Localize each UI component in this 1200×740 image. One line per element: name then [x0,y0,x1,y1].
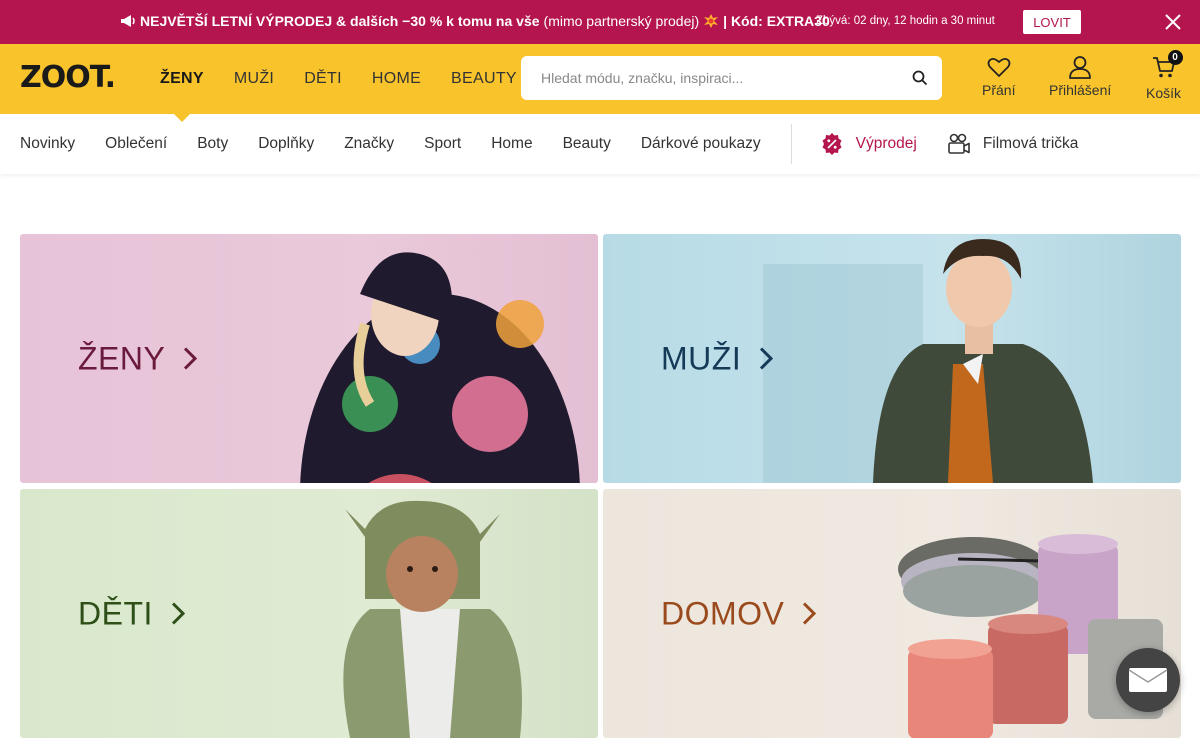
search-input[interactable] [541,70,912,86]
tile-men-label[interactable]: MUŽI [661,340,774,377]
promo-cta-button[interactable]: LOVIT [1023,10,1081,34]
cart-label: Košík [1146,85,1182,101]
nav-women[interactable]: ŽENY [160,44,204,122]
category-subnav: Novinky Oblečení Boty Doplňky Značky Spo… [0,114,1200,174]
tile-men-text: MUŽI [661,340,742,376]
chat-button[interactable] [1116,648,1180,712]
film-shirts-label: Filmová trička [982,135,1079,152]
tile-women[interactable]: ŽENY [20,234,598,483]
wishlist-label: Přání [982,82,1016,98]
envelope-icon [1128,668,1168,692]
tile-home[interactable]: DOMOV [603,489,1181,738]
nav-kids[interactable]: DĚTI [304,44,342,114]
promo-headline: NEJVĚTŠÍ LETNÍ VÝPRODEJ & dalších −30 % … [140,13,540,29]
cart-count-badge: 0 [1167,50,1183,65]
tile-kids-label[interactable]: DĚTI [78,595,185,632]
main-nav: ŽENY MUŽI DĚTI HOME BEAUTY [160,44,517,122]
subnav-item-beauty[interactable]: Beauty [563,135,611,153]
tile-kids-text: DĚTI [78,595,153,631]
megaphone-icon [121,15,135,27]
subnav-item-doplnky[interactable]: Doplňky [258,135,314,153]
search-box [521,56,942,100]
promo-code: | Kód: EXTRA30 [723,13,830,29]
explosion-icon [704,14,719,28]
subnav-item-boty[interactable]: Boty [197,135,228,153]
nav-beauty[interactable]: BEAUTY [451,44,517,114]
cart-button[interactable]: 0 Košík [1146,50,1183,101]
tile-kids[interactable]: DĚTI [20,489,598,738]
tile-home-text: DOMOV [661,595,785,631]
promo-note: (mimo partnerský prodej) [543,13,700,29]
login-label: Přihlášení [1049,82,1112,98]
percent-badge-icon [822,133,842,155]
chevron-right-icon [171,602,185,625]
tile-men[interactable]: MUŽI [603,234,1181,483]
promo-text: NEJVĚTŠÍ LETNÍ VÝPRODEJ & dalších −30 % … [120,13,830,29]
wishlist-button[interactable]: Přání [982,54,1015,98]
subnav-item-sport[interactable]: Sport [424,135,461,153]
nav-home[interactable]: HOME [372,44,421,114]
chevron-right-icon [803,602,817,625]
promo-timer: Zbývá: 02 dny, 12 hodin a 30 minut [816,15,995,27]
sale-label: Výprodej [855,135,917,152]
subnav-item-obleceni[interactable]: Oblečení [105,135,167,153]
subnav-item-znacky[interactable]: Značky [344,135,394,153]
search-icon[interactable] [912,70,928,86]
heart-icon [987,57,1011,77]
nav-men[interactable]: MUŽI [234,44,274,114]
user-icon [1069,56,1092,79]
close-icon[interactable] [1163,12,1183,32]
subnav-divider [790,124,792,164]
chevron-right-icon [760,347,774,370]
subnav-item-gift-cards[interactable]: Dárkové poukazy [641,135,761,153]
tile-women-label[interactable]: ŽENY [78,340,198,377]
subnav-item-novinky[interactable]: Novinky [20,135,75,153]
login-button[interactable]: Přihlášení [1049,54,1111,98]
subnav-item-sale[interactable]: Výprodej [820,132,917,156]
chevron-right-icon [184,347,198,370]
promo-bar: NEJVĚTŠÍ LETNÍ VÝPRODEJ & dalších −30 % … [0,0,1200,44]
tile-home-label[interactable]: DOMOV [661,595,817,632]
subnav-item-film-shirts[interactable]: Filmová trička [947,132,1079,156]
logo[interactable]: ZOOT. [20,60,116,95]
film-camera-icon [948,133,970,154]
main-header: ZOOT. ŽENY MUŽI DĚTI HOME BEAUTY Přání P… [0,44,1200,122]
tile-women-text: ŽENY [78,340,166,376]
subnav-item-home[interactable]: Home [491,135,532,153]
